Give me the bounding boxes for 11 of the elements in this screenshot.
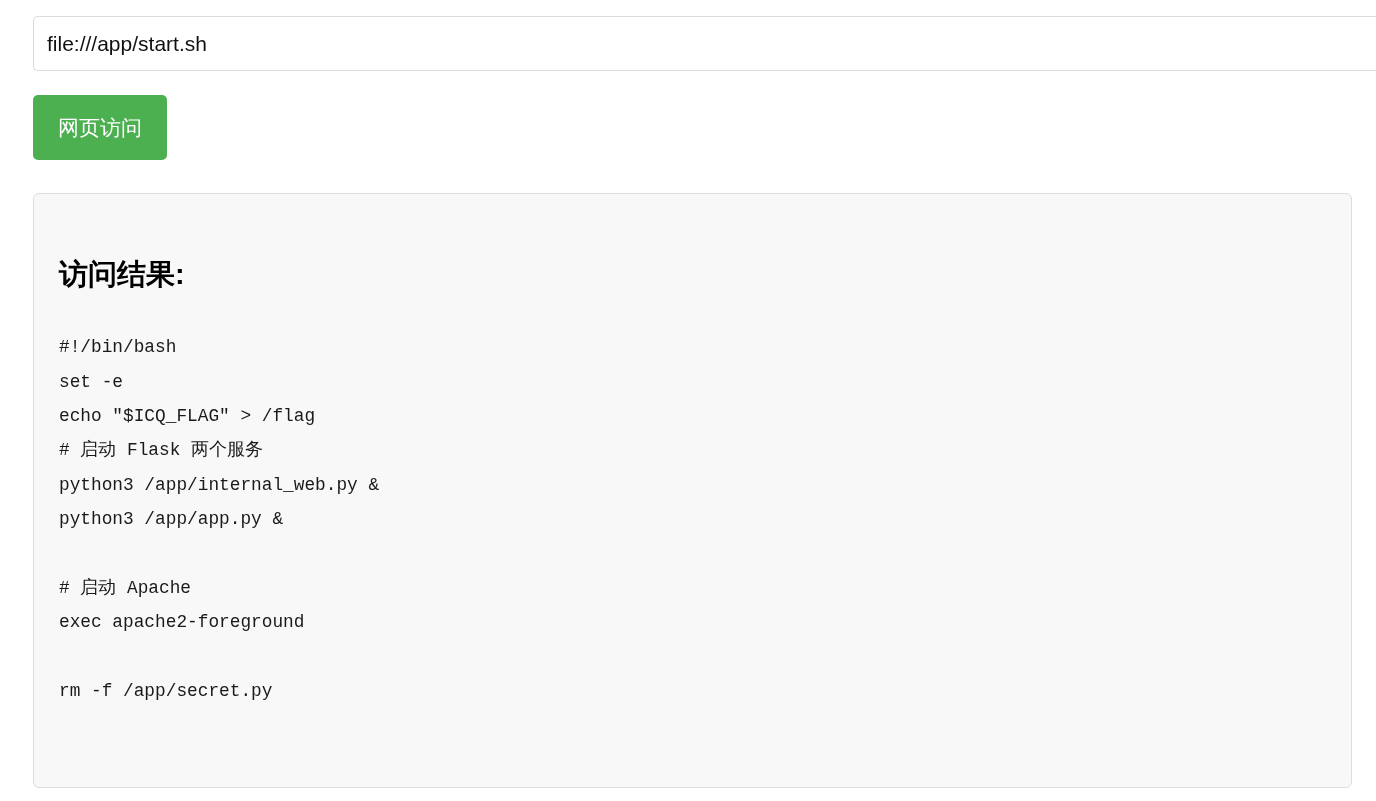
url-input[interactable]: file:///app/start.sh xyxy=(33,16,1376,71)
code-line: echo "$ICQ_FLAG" > /flag xyxy=(59,404,316,427)
code-line: # 启动 Flask 两个服务 xyxy=(59,439,264,462)
code-line: rm -f /app/secret.py xyxy=(59,680,273,703)
code-line: # 启动 Apache xyxy=(59,576,192,599)
code-line: python3 /app/internal_web.py & xyxy=(59,473,380,496)
code-line: set -e xyxy=(59,370,124,393)
result-heading: 访问结果: xyxy=(59,257,186,291)
code-line: exec apache2-foreground xyxy=(59,611,305,634)
code-line: python3 /app/app.py & xyxy=(59,508,284,531)
code-line: #!/bin/bash xyxy=(59,336,177,359)
